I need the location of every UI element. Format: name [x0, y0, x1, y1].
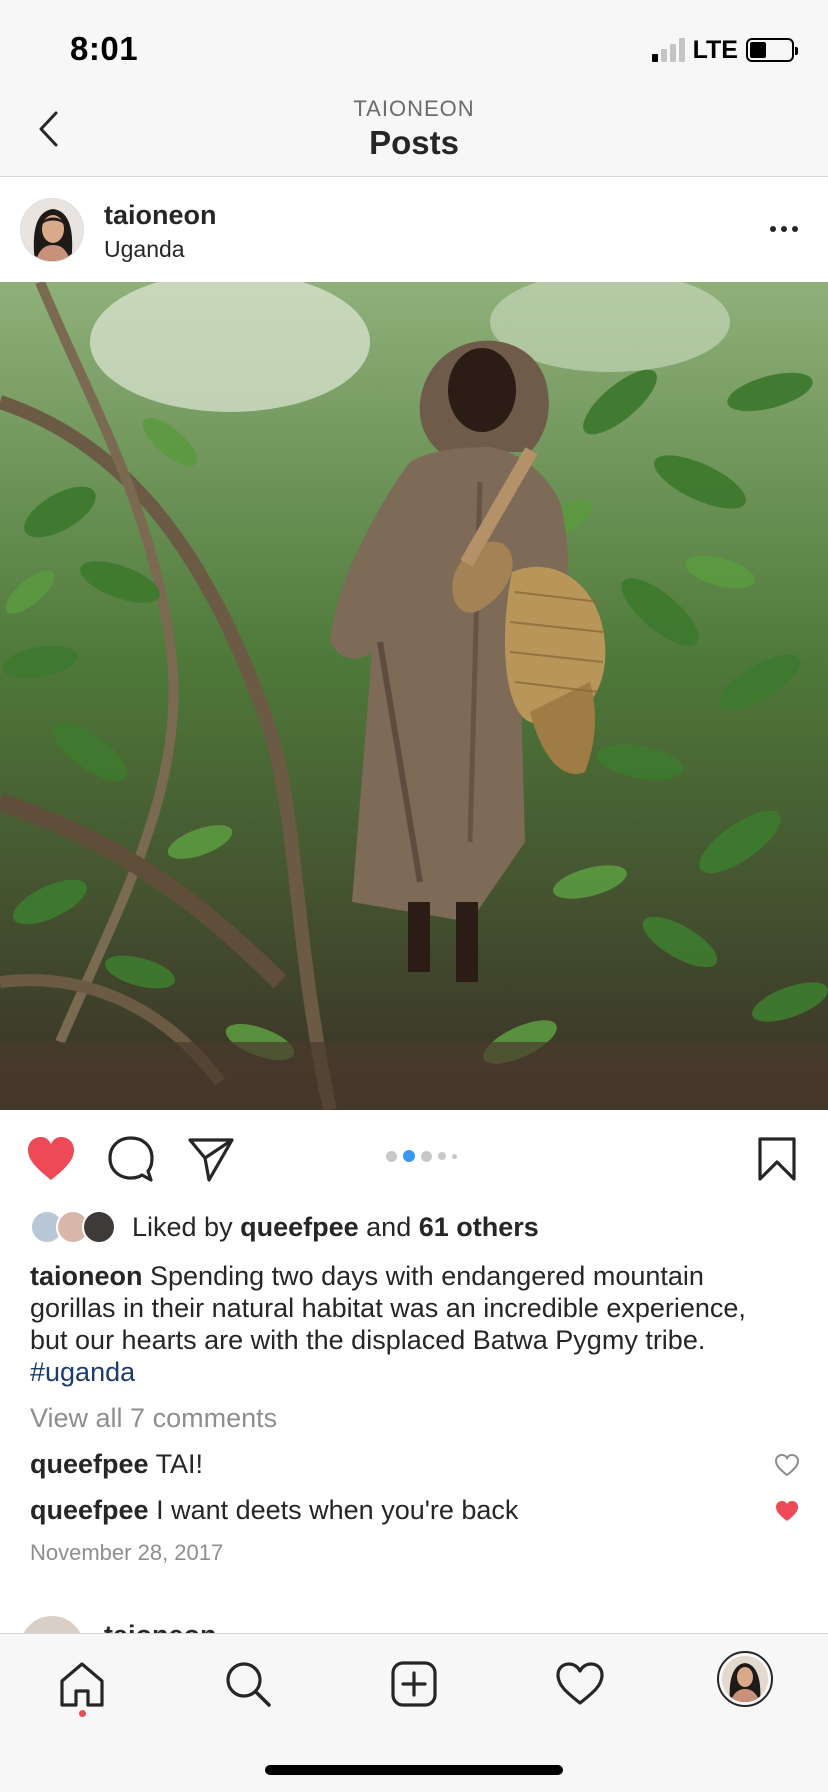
navigation-header: TAIONEON Posts — [0, 90, 828, 177]
signal-strength-icon — [651, 38, 685, 62]
like-button[interactable] — [26, 1134, 76, 1184]
carousel-dot — [421, 1150, 432, 1162]
tab-search[interactable] — [220, 1656, 276, 1712]
heart-outline-icon — [774, 1453, 800, 1477]
carousel-dot — [386, 1150, 397, 1162]
status-indicators: LTE — [651, 35, 798, 64]
post-date: November 28, 2017 — [30, 1540, 224, 1565]
heart-filled-icon — [776, 1501, 798, 1521]
share-icon — [188, 1138, 234, 1182]
comment-row: queefpee I want deets when you're back — [30, 1495, 518, 1526]
save-button[interactable] — [752, 1134, 802, 1184]
likes-others[interactable]: 61 others — [419, 1212, 539, 1242]
likes-row[interactable]: Liked by queefpee and 61 others — [30, 1208, 539, 1246]
bookmark-icon — [758, 1137, 796, 1181]
liker-username[interactable]: queefpee — [240, 1212, 359, 1242]
liker-avatars — [30, 1210, 126, 1244]
network-type: LTE — [692, 35, 738, 64]
more-options-button[interactable] — [764, 214, 804, 244]
likes-text: Liked by queefpee and 61 others — [132, 1211, 539, 1242]
carousel-dot-active — [403, 1150, 415, 1162]
home-icon — [60, 1662, 104, 1707]
tab-new-post[interactable] — [386, 1656, 442, 1712]
comment-username[interactable]: queefpee — [30, 1449, 149, 1479]
share-button[interactable] — [186, 1134, 236, 1184]
activity-heart-icon — [556, 1662, 604, 1705]
comment-like-button[interactable] — [774, 1453, 800, 1477]
heart-filled-icon — [28, 1137, 74, 1180]
post-username[interactable]: taioneon — [104, 200, 217, 231]
post-username[interactable]: taioneon — [104, 1620, 217, 1634]
comment-username[interactable]: queefpee — [30, 1495, 149, 1525]
avatar[interactable] — [20, 198, 84, 262]
comment-like-button[interactable] — [774, 1499, 800, 1523]
carousel-indicator — [386, 1150, 457, 1162]
battery-icon — [746, 38, 798, 62]
view-all-comments-link[interactable]: View all 7 comments — [30, 1403, 277, 1434]
home-indicator — [265, 1765, 563, 1775]
carousel-dot — [452, 1153, 457, 1159]
profile-avatar — [722, 1656, 768, 1702]
comment-text: TAI! — [155, 1449, 204, 1479]
status-time: 8:01 — [70, 30, 139, 67]
post-location[interactable]: Uganda — [104, 236, 185, 263]
jungle-photo-image — [0, 282, 828, 1110]
tab-home[interactable] — [54, 1656, 110, 1712]
avatar-image — [21, 199, 83, 261]
comment-text: I want deets when you're back — [156, 1495, 519, 1525]
header-username: TAIONEON — [353, 96, 475, 121]
comment-icon — [108, 1136, 154, 1182]
next-post-header: taioneon — [0, 1610, 828, 1634]
caption-hashtag[interactable]: #uganda — [30, 1357, 135, 1387]
avatar — [82, 1210, 116, 1244]
comment-button[interactable] — [106, 1134, 156, 1184]
ellipsis-icon — [770, 226, 776, 232]
carousel-dot — [438, 1152, 446, 1160]
post-caption: taioneon Spending two days with endanger… — [30, 1260, 790, 1388]
tab-activity[interactable] — [552, 1656, 608, 1712]
caption-username[interactable]: taioneon — [30, 1261, 143, 1291]
page-title: Posts — [369, 124, 459, 161]
post-header: taioneon Uganda — [0, 178, 828, 282]
status-bar: 8:01 LTE — [0, 0, 828, 90]
post-photo[interactable] — [0, 282, 828, 1110]
avatar[interactable] — [20, 1616, 84, 1634]
search-icon — [226, 1662, 271, 1707]
comment-row: queefpee TAI! — [30, 1449, 203, 1480]
add-post-icon — [391, 1661, 437, 1707]
active-tab-dot — [79, 1710, 86, 1717]
tab-profile[interactable] — [717, 1651, 773, 1707]
